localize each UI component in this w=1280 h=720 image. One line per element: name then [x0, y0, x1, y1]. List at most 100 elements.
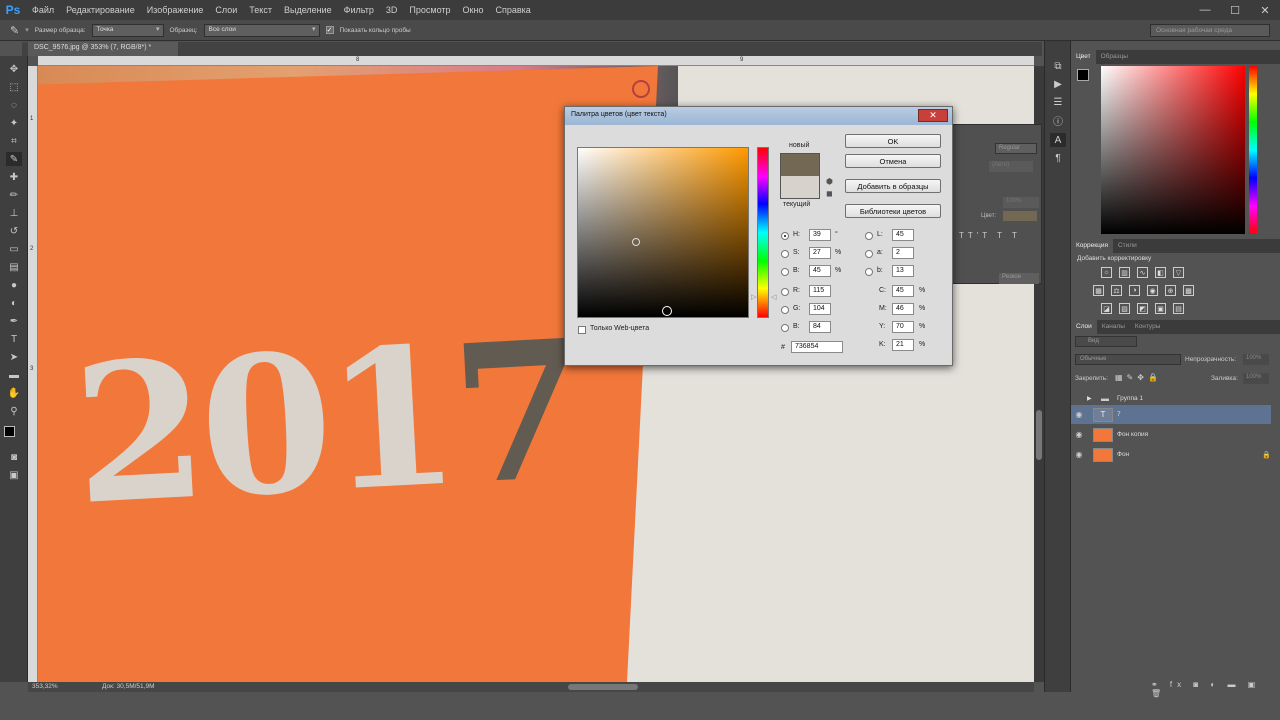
eraser-tool-icon[interactable]: ▭ [6, 242, 22, 256]
move-tool-icon[interactable]: ✥ [6, 62, 22, 76]
bw-icon[interactable]: ◑ [1129, 285, 1140, 296]
tab-swatches[interactable]: Образцы [1096, 50, 1133, 64]
menu-type[interactable]: Текст [243, 0, 278, 20]
gradient-tool-icon[interactable]: ▤ [6, 260, 22, 274]
color-field-marker[interactable] [632, 238, 640, 246]
lab-b-field[interactable]: 13 [892, 265, 914, 277]
curves-icon[interactable]: ∿ [1137, 267, 1148, 278]
r-radio[interactable] [781, 288, 789, 296]
font-style-select[interactable]: Regular [995, 143, 1037, 154]
minimize-button[interactable]: — [1190, 0, 1220, 20]
cancel-button[interactable]: Отмена [845, 154, 941, 168]
quick-mask-icon[interactable]: ◙ [6, 450, 22, 464]
fg-swatch[interactable] [1077, 69, 1089, 81]
selective-color-icon[interactable]: ▣ [1155, 303, 1166, 314]
character-panel-icon[interactable]: A [1050, 133, 1066, 147]
menu-window[interactable]: Окно [457, 0, 490, 20]
pen-tool-icon[interactable]: ✒ [6, 314, 22, 328]
ok-button[interactable]: OK [845, 134, 941, 148]
g-radio[interactable] [781, 306, 789, 314]
color-hue-strip[interactable] [1249, 66, 1257, 234]
tab-paths[interactable]: Контуры [1130, 320, 1166, 334]
actions-panel-icon[interactable]: ▶ [1050, 77, 1066, 91]
menu-layers[interactable]: Слои [209, 0, 243, 20]
antialias-select[interactable]: Резкое [999, 273, 1039, 284]
horizontal-scroll-thumb[interactable] [568, 684, 638, 690]
text-color-swatch[interactable] [1003, 211, 1037, 221]
a-field[interactable]: 2 [892, 247, 914, 259]
h-radio[interactable] [781, 232, 789, 240]
path-select-tool-icon[interactable]: ➤ [6, 350, 22, 364]
healing-tool-icon[interactable]: ✚ [6, 170, 22, 184]
color-balance-icon[interactable]: ⚖ [1111, 285, 1122, 296]
l-radio[interactable] [865, 232, 873, 240]
close-window-button[interactable]: ✕ [1250, 0, 1280, 20]
document-tab[interactable]: DSC_9576.jpg @ 353% (7, RGB/8*) * [28, 42, 178, 56]
color-libraries-button[interactable]: Библиотеки цветов [845, 204, 941, 218]
photo-filter-icon[interactable]: ◉ [1147, 285, 1158, 296]
sample-select[interactable]: Все слои [203, 23, 320, 37]
layer-row-bg[interactable]: ◉ Фон 🔒 [1071, 445, 1271, 464]
l-field[interactable]: 45 [892, 229, 914, 241]
sample-size-select[interactable]: Точка [91, 23, 164, 37]
gradient-map-icon[interactable]: ▤ [1173, 303, 1184, 314]
history-panel-icon[interactable]: ⧉ [1050, 59, 1066, 73]
foreground-color-swatch[interactable] [4, 426, 15, 437]
fill-field[interactable]: 100% [1243, 373, 1269, 384]
menu-file[interactable]: Файл [26, 0, 60, 20]
text-style-icons[interactable]: TT'T T T [959, 231, 1021, 240]
menu-filter[interactable]: Фильтр [338, 0, 380, 20]
hue-slider-right-arrow-icon[interactable]: ◁ [771, 293, 776, 301]
lasso-tool-icon[interactable]: ◌ [6, 98, 22, 112]
b-radio[interactable] [781, 268, 789, 276]
history-brush-icon[interactable]: ↺ [6, 224, 22, 238]
vertical-scroll-thumb[interactable] [1036, 410, 1042, 460]
brightness-icon[interactable]: ☼ [1101, 267, 1112, 278]
hex-field[interactable]: 736854 [791, 341, 843, 353]
k-field[interactable]: 21 [892, 339, 914, 351]
menu-edit[interactable]: Редактирование [60, 0, 141, 20]
maximize-button[interactable]: ☐ [1220, 0, 1250, 20]
tab-styles[interactable]: Стили [1113, 239, 1142, 253]
color-spectrum[interactable] [1101, 66, 1245, 234]
blur-tool-icon[interactable]: ● [6, 278, 22, 292]
hand-tool-icon[interactable]: ✋ [6, 386, 22, 400]
tab-layers[interactable]: Слои [1071, 320, 1097, 334]
current-color-swatch[interactable] [780, 176, 820, 199]
layer-footer-icons[interactable]: ⚭ fx ◙ ◐ ▬ ▣ 🗑 [1151, 680, 1280, 698]
web-only-checkbox[interactable] [578, 326, 586, 334]
show-ring-checkbox[interactable]: ✓ [325, 26, 334, 34]
paragraph-panel-icon[interactable]: ¶ [1050, 151, 1066, 165]
info-panel-icon[interactable]: ⓘ [1050, 113, 1066, 128]
opacity-field[interactable]: 100% [1243, 354, 1269, 365]
menu-help[interactable]: Справка [489, 0, 536, 20]
screen-mode-icon[interactable]: ▣ [6, 468, 22, 482]
expand-arrow-icon[interactable]: ▶ [1087, 395, 1101, 402]
layer-row-text[interactable]: ◉ T 7 [1071, 405, 1271, 424]
hue-slider-left-arrow-icon[interactable]: ▷ [751, 293, 756, 301]
levels-icon[interactable]: ▥ [1119, 267, 1130, 278]
quick-select-tool-icon[interactable]: ✦ [6, 116, 22, 130]
tab-color[interactable]: Цвет [1071, 50, 1096, 64]
invert-icon[interactable]: ◪ [1101, 303, 1112, 314]
web-safe-icon[interactable]: ◼ [826, 189, 833, 198]
out-of-gamut-icon[interactable]: ⬢ [826, 177, 833, 186]
dialog-close-button[interactable]: ✕ [918, 109, 948, 122]
b-field[interactable]: 45 [809, 265, 831, 277]
type-tool-icon[interactable]: T [6, 332, 22, 346]
threshold-icon[interactable]: ◩ [1137, 303, 1148, 314]
blue-field[interactable]: 84 [809, 321, 831, 333]
properties-panel-icon[interactable]: ☰ [1050, 95, 1066, 109]
tab-channels[interactable]: Каналы [1097, 320, 1130, 334]
eye-icon[interactable]: ◉ [1071, 430, 1087, 439]
menu-3d[interactable]: 3D [380, 0, 404, 20]
eyedropper-icon[interactable]: ✎ [10, 24, 19, 37]
scale-field[interactable]: 100% [1003, 197, 1039, 208]
lab-b-radio[interactable] [865, 268, 873, 276]
lock-icons[interactable]: ▦✎✥🔒 [1115, 373, 1162, 382]
blue-radio[interactable] [781, 324, 789, 332]
zoom-tool-icon[interactable]: ⚲ [6, 404, 22, 418]
color-field[interactable] [577, 147, 749, 318]
m-field[interactable]: 46 [892, 303, 914, 315]
shape-tool-icon[interactable]: ▬ [6, 368, 22, 382]
